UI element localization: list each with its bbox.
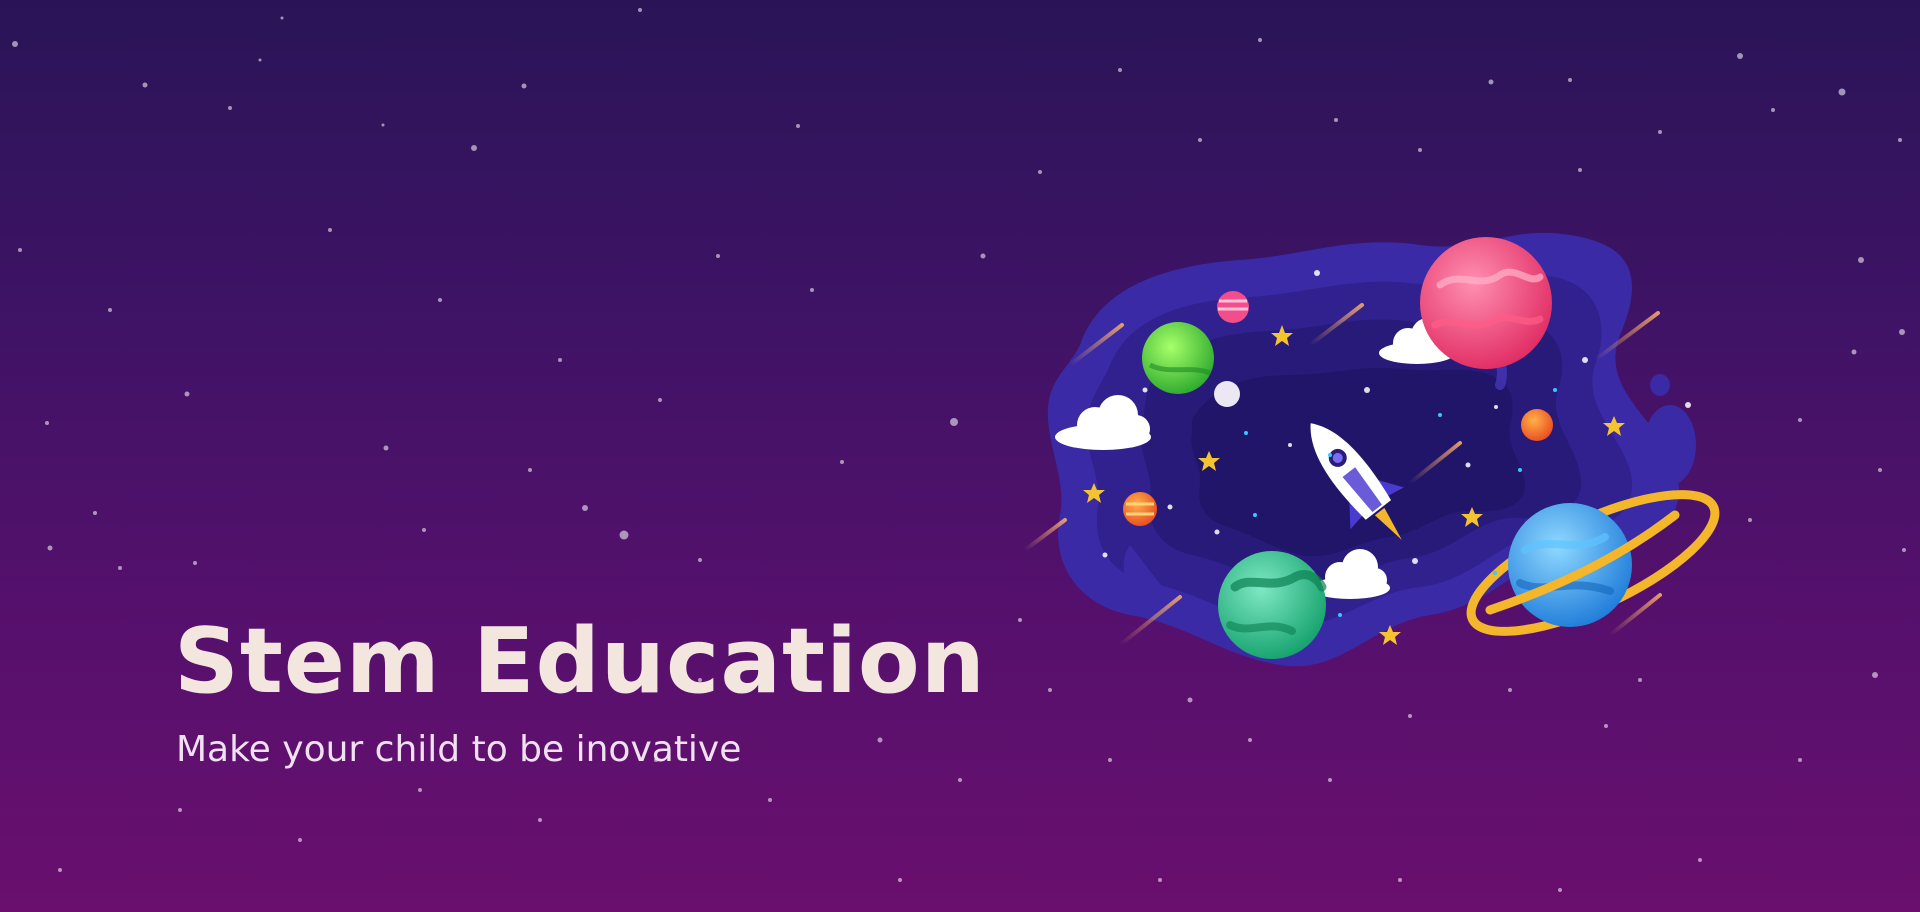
planet-small-red [1123, 492, 1157, 526]
space-illustration [1023, 232, 1720, 667]
planet-small-orange [1521, 409, 1553, 441]
hero-subtitle: Make your child to be inovative [176, 729, 742, 770]
planet-green [1142, 322, 1214, 394]
hero-title: Stem Education [174, 609, 986, 714]
planet-pink [1420, 237, 1552, 369]
planet-earth [1218, 551, 1327, 659]
planet-small-pink [1217, 291, 1249, 323]
hero-section: Stem Education Make your child to be ino… [174, 610, 1074, 772]
planet-small-white [1214, 381, 1240, 407]
